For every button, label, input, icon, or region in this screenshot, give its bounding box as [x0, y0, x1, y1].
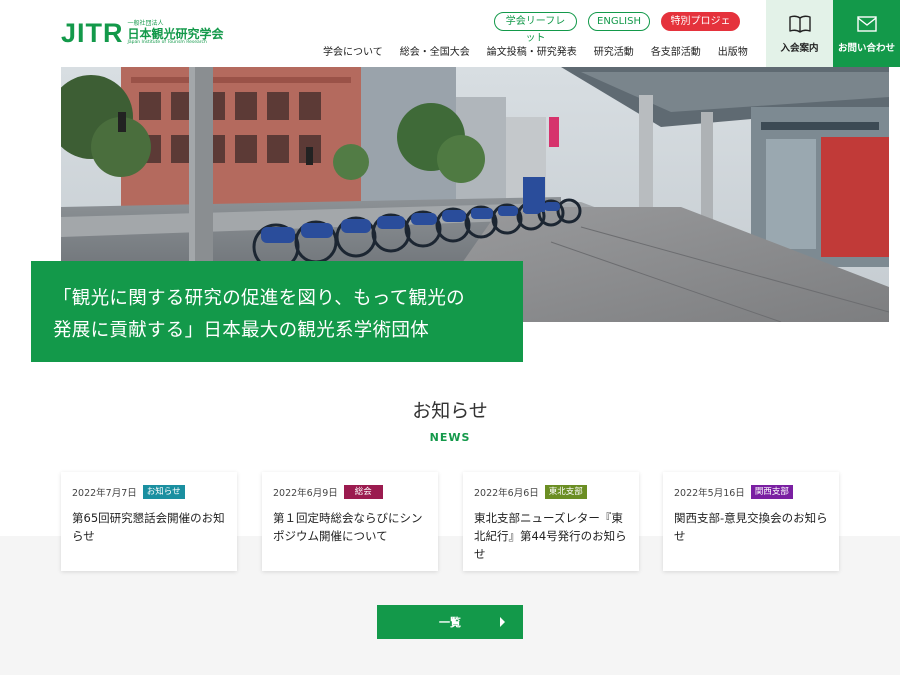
- hero-caption-line-1: 「観光に関する研究の促進を図り、もって観光の: [53, 288, 465, 309]
- join-button[interactable]: 入会案内: [766, 0, 833, 67]
- news-card-meta: 2022年7月7日 お知らせ: [72, 485, 226, 499]
- news-category-badge: 東北支部: [544, 485, 587, 499]
- news-card-title: 第１回定時総会ならびにシンポジウム開催について: [273, 511, 423, 543]
- nav-item-research[interactable]: 研究活動: [594, 43, 634, 58]
- news-card[interactable]: 2022年7月7日 お知らせ 第65回研究懇話会開催のお知らせ: [61, 472, 237, 571]
- news-subtitle: NEWS: [429, 431, 471, 444]
- special-project-link[interactable]: 特別プロジェクト: [661, 12, 740, 44]
- news-date: 2022年6月6日: [474, 488, 539, 499]
- english-link[interactable]: ENGLISH: [588, 12, 650, 31]
- main-nav: 学会について 総会・全国大会 論文投稿・研究発表 研究活動 各支部活動 出版物: [323, 43, 765, 58]
- news-list-button[interactable]: 一覧: [377, 605, 523, 639]
- hero-caption-line-2: 発展に貢献する」日本最大の観光系学術団体: [53, 320, 430, 341]
- news-category-badge: 関西支部: [750, 485, 793, 499]
- chevron-right-icon: [500, 617, 505, 627]
- news-card[interactable]: 2022年5月16日 関西支部 関西支部-意見交換会のお知らせ: [663, 472, 839, 571]
- logo-org-name: 日本観光研究学会: [127, 26, 224, 41]
- logo-org-name-en: Japan Institute of Tourism Research: [127, 39, 207, 45]
- news-list-button-label: 一覧: [439, 616, 461, 629]
- nav-item-general-meeting[interactable]: 総会・全国大会: [400, 43, 470, 58]
- news-category-badge: お知らせ: [142, 485, 185, 499]
- news-card[interactable]: 2022年6月9日 総会 第１回定時総会ならびにシンポジウム開催について: [262, 472, 438, 571]
- contact-button-label: お問い合わせ: [837, 42, 895, 54]
- open-book-icon: [788, 15, 811, 33]
- nav-item-publications[interactable]: 出版物: [718, 43, 748, 58]
- join-button-label: 入会案内: [780, 42, 819, 54]
- hero-caption: 「観光に関する研究の促進を図り、もって観光の 発展に貢献する」日本最大の観光系学…: [31, 261, 523, 362]
- contact-button[interactable]: お問い合わせ: [833, 0, 900, 67]
- logo-text: 一般社団法人 日本観光研究学会 Japan Institute of Touri…: [127, 19, 224, 46]
- news-date: 2022年5月16日: [674, 488, 745, 499]
- logo-mark: JITR: [61, 18, 124, 48]
- nav-item-about[interactable]: 学会について: [323, 43, 383, 58]
- news-card-title: 東北支部ニューズレター『東北紀行』第44号発行のお知らせ: [474, 511, 627, 561]
- site-logo[interactable]: JITR 一般社団法人 日本観光研究学会 Japan Institute of …: [61, 19, 224, 47]
- news-date: 2022年6月9日: [273, 488, 338, 499]
- news-card-title: 第65回研究懇話会開催のお知らせ: [72, 511, 225, 543]
- logo-org-type: 一般社団法人: [127, 19, 164, 27]
- news-card-meta: 2022年5月16日 関西支部: [674, 485, 828, 499]
- news-date: 2022年7月7日: [72, 488, 137, 499]
- nav-item-submission[interactable]: 論文投稿・研究発表: [487, 43, 577, 58]
- news-title: お知らせ: [412, 400, 488, 422]
- news-card-title: 関西支部-意見交換会のお知らせ: [674, 511, 828, 543]
- site-header: JITR 一般社団法人 日本観光研究学会 Japan Institute of …: [0, 0, 900, 67]
- news-card-meta: 2022年6月6日 東北支部: [474, 485, 628, 499]
- news-category-badge: 総会: [343, 485, 383, 499]
- nav-item-branches[interactable]: 各支部活動: [651, 43, 701, 58]
- leaflet-link[interactable]: 学会リーフレット: [494, 12, 577, 44]
- news-card-meta: 2022年6月9日 総会: [273, 485, 427, 499]
- news-card[interactable]: 2022年6月6日 東北支部 東北支部ニューズレター『東北紀行』第44号発行のお…: [463, 472, 639, 571]
- envelope-icon: [856, 15, 877, 32]
- top-links: 学会リーフレット ENGLISH 特別プロジェクト: [494, 12, 740, 44]
